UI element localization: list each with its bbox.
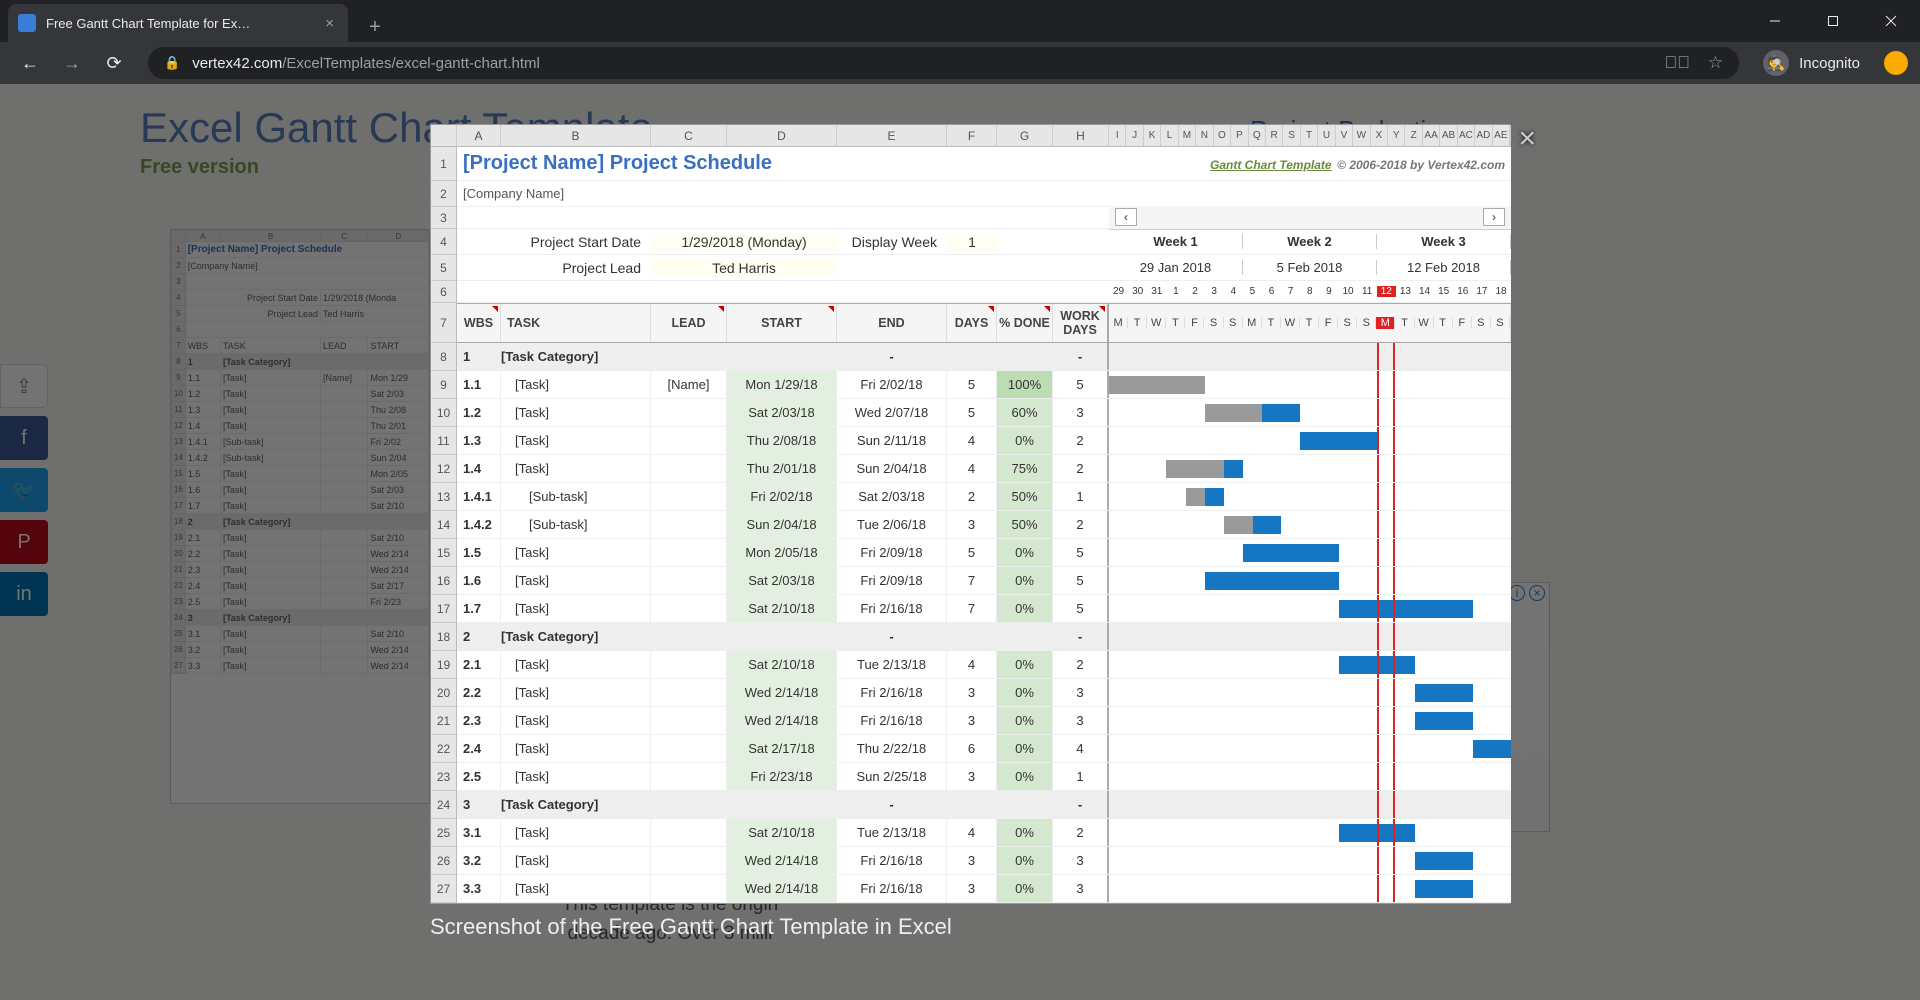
task-row: 1.1 [Task] [Name] Mon 1/29/18 Fri 2/02/1… [457,371,1511,399]
incognito-label: Incognito [1799,55,1860,72]
category-row: 1 [Task Category] - - [457,343,1511,371]
task-row: 1.4.1 [Sub-task] Fri 2/02/18 Sat 2/03/18… [457,483,1511,511]
url-text: vertex42.com/ExcelTemplates/excel-gantt-… [192,55,540,72]
profile-avatar[interactable] [1884,51,1908,75]
browser-chrome: Free Gantt Chart Template for Ex… × + ← … [0,0,1920,84]
lightbox-close-button[interactable]: × [1518,122,1536,156]
task-row: 1.4.2 [Sub-task] Sun 2/04/18 Tue 2/06/18… [457,511,1511,539]
spreadsheet-body: [Project Name] Project ScheduleGantt Cha… [457,147,1511,903]
task-row: 1.4 [Task] Thu 2/01/18 Sun 2/04/18 4 75%… [457,455,1511,483]
forward-button[interactable]: → [54,45,90,81]
task-row: 1.7 [Task] Sat 2/10/18 Fri 2/16/18 7 0% … [457,595,1511,623]
tab-strip: Free Gantt Chart Template for Ex… × + [0,0,1920,42]
window-maximize-button[interactable] [1804,0,1862,42]
task-row: 2.2 [Task] Wed 2/14/18 Fri 2/16/18 3 0% … [457,679,1511,707]
tab-title: Free Gantt Chart Template for Ex… [46,16,315,31]
task-row: 1.6 [Task] Sat 2/03/18 Fri 2/09/18 7 0% … [457,567,1511,595]
category-row: 2 [Task Category] - - [457,623,1511,651]
sheet-company: [Company Name] [457,186,1109,201]
browser-tab[interactable]: Free Gantt Chart Template for Ex… × [8,4,348,42]
lightbox-caption: Screenshot of the Free Gantt Chart Templ… [430,914,1510,940]
task-row: 2.5 [Task] Fri 2/23/18 Sun 2/25/18 3 0% … [457,763,1511,791]
incognito-indicator[interactable]: 🕵 Incognito [1763,50,1860,76]
incognito-icon: 🕵 [1763,50,1789,76]
task-row: 2.4 [Task] Sat 2/17/18 Thu 2/22/18 6 0% … [457,735,1511,763]
browser-toolbar: ← → ⟳ 🔒 vertex42.com/ExcelTemplates/exce… [0,42,1920,84]
back-button[interactable]: ← [12,45,48,81]
lightbox-image: ABCDEFGHIJKLMNOPQRSTUVWXYZAAABACADAE 123… [430,124,1510,904]
task-row: 3.3 [Task] Wed 2/14/18 Fri 2/16/18 3 0% … [457,875,1511,903]
task-row: 3.1 [Task] Sat 2/10/18 Tue 2/13/18 4 0% … [457,819,1511,847]
lock-icon: 🔒 [164,55,180,71]
eye-off-icon[interactable]: 👁⃠ [1664,53,1690,73]
spreadsheet-col-headers: ABCDEFGHIJKLMNOPQRSTUVWXYZAAABACADAE [431,125,1511,147]
tab-close-icon[interactable]: × [325,15,334,32]
task-row: 1.2 [Task] Sat 2/03/18 Wed 2/07/18 5 60%… [457,399,1511,427]
category-row: 3 [Task Category] - - [457,791,1511,819]
bookmark-star-icon[interactable]: ☆ [1708,53,1723,73]
task-row: 3.2 [Task] Wed 2/14/18 Fri 2/16/18 3 0% … [457,847,1511,875]
window-close-button[interactable] [1862,0,1920,42]
task-row: 1.5 [Task] Mon 2/05/18 Fri 2/09/18 5 0% … [457,539,1511,567]
task-row: 1.3 [Task] Thu 2/08/18 Sun 2/11/18 4 0% … [457,427,1511,455]
task-row: 2.1 [Task] Sat 2/10/18 Tue 2/13/18 4 0% … [457,651,1511,679]
gantt-next-week-button[interactable]: › [1483,208,1505,226]
task-row: 2.3 [Task] Wed 2/14/18 Fri 2/16/18 3 0% … [457,707,1511,735]
sheet-title: [Project Name] Project Schedule [457,152,1109,175]
spreadsheet: ABCDEFGHIJKLMNOPQRSTUVWXYZAAABACADAE 123… [431,125,1511,903]
window-controls [1746,0,1920,42]
favicon [18,14,36,32]
reload-button[interactable]: ⟳ [96,45,132,81]
window-minimize-button[interactable] [1746,0,1804,42]
spreadsheet-row-headers: 1234567891011121314151617181920212223242… [431,147,457,903]
gantt-prev-week-button[interactable]: ‹ [1115,208,1137,226]
image-lightbox: × ABCDEFGHIJKLMNOPQRSTUVWXYZAAABACADAE 1… [430,124,1510,940]
new-tab-button[interactable]: + [360,12,390,42]
address-bar[interactable]: 🔒 vertex42.com/ExcelTemplates/excel-gant… [148,47,1739,79]
